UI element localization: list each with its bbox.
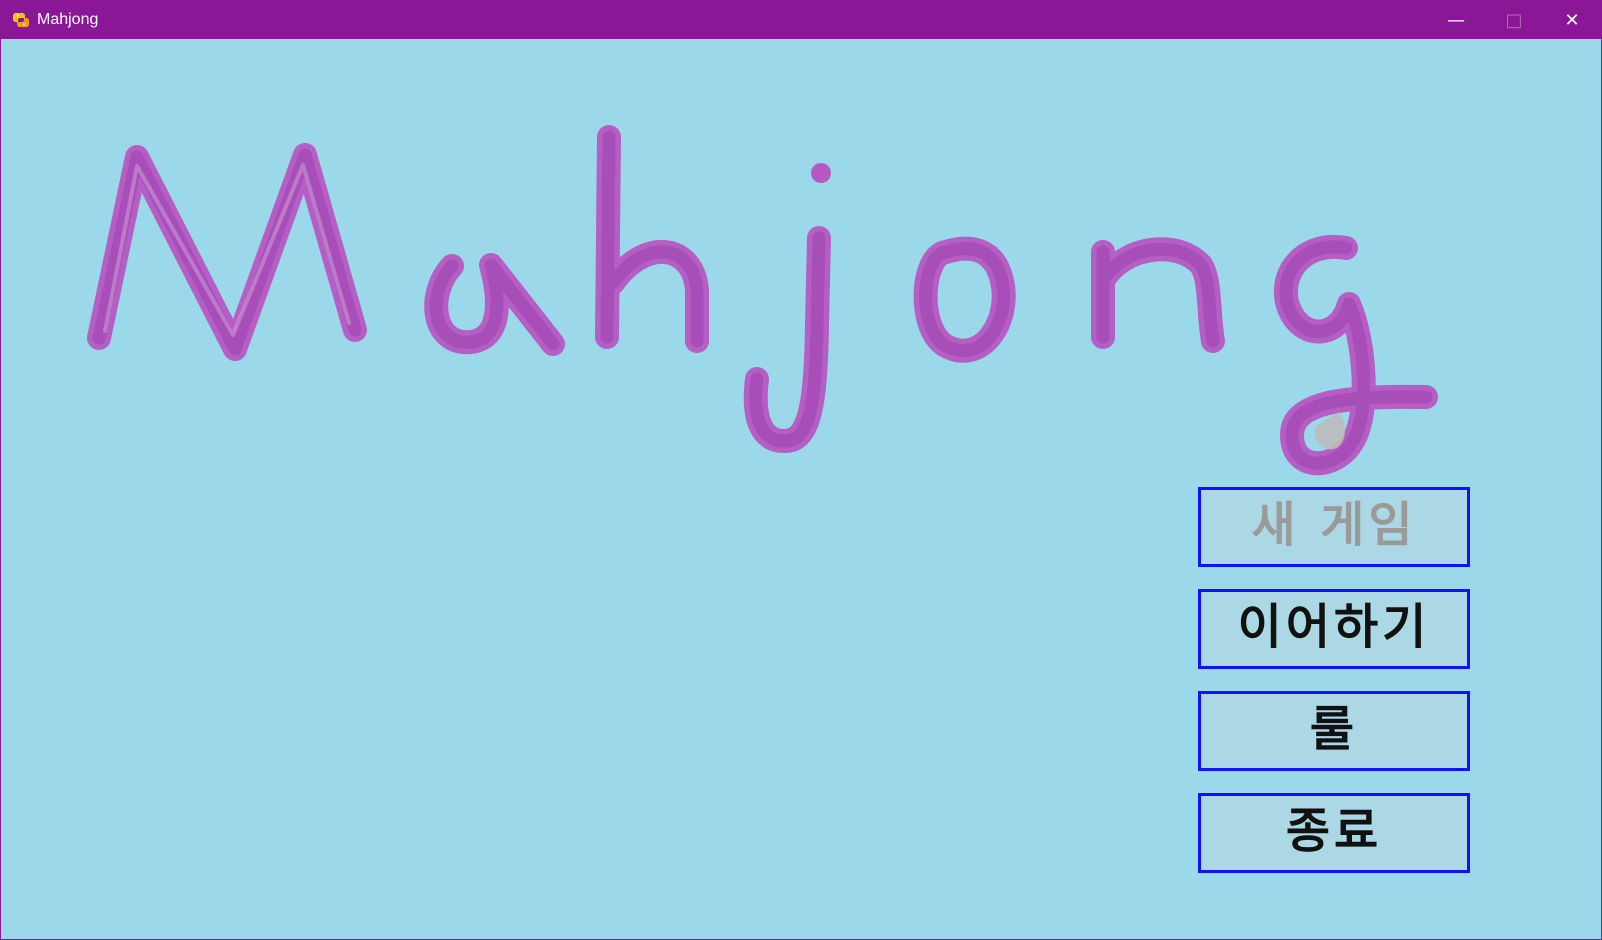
quit-button[interactable]: 종료 (1198, 793, 1470, 873)
logo-letter-m (87, 143, 367, 361)
logo-letter-o (913, 236, 1016, 363)
logo-dot-j (811, 163, 831, 183)
continue-label: 이어하기 (1237, 599, 1431, 655)
mahjong-window: Mahjong — □ ✕ 새 게임 이어하기 룰 종료 (0, 0, 1602, 940)
minimize-icon[interactable]: — (1427, 1, 1485, 39)
title-bar[interactable]: Mahjong — □ ✕ (1, 1, 1601, 39)
new-game-button[interactable]: 새 게임 (1198, 487, 1470, 567)
window-title: Mahjong (37, 11, 99, 28)
logo-letter-j (743, 226, 831, 453)
window-controls: — □ ✕ (1427, 1, 1601, 39)
maximize-icon[interactable]: □ (1485, 1, 1543, 39)
logo-letter-n (1091, 237, 1225, 353)
close-icon[interactable]: ✕ (1543, 1, 1601, 39)
python-icon-svg (13, 13, 29, 27)
rules-button[interactable]: 룰 (1198, 691, 1470, 771)
python-icon (11, 10, 31, 30)
quit-label: 종료 (1285, 803, 1383, 859)
game-canvas: 새 게임 이어하기 룰 종료 (1, 39, 1601, 939)
continue-button[interactable]: 이어하기 (1198, 589, 1470, 669)
logo-g-fill (1314, 412, 1345, 450)
new-game-label: 새 게임 (1251, 497, 1417, 553)
rules-label: 룰 (1309, 701, 1359, 757)
logo-letter-g (1273, 234, 1438, 476)
logo-letter-a (424, 253, 565, 356)
logo-letter-h (595, 125, 709, 353)
